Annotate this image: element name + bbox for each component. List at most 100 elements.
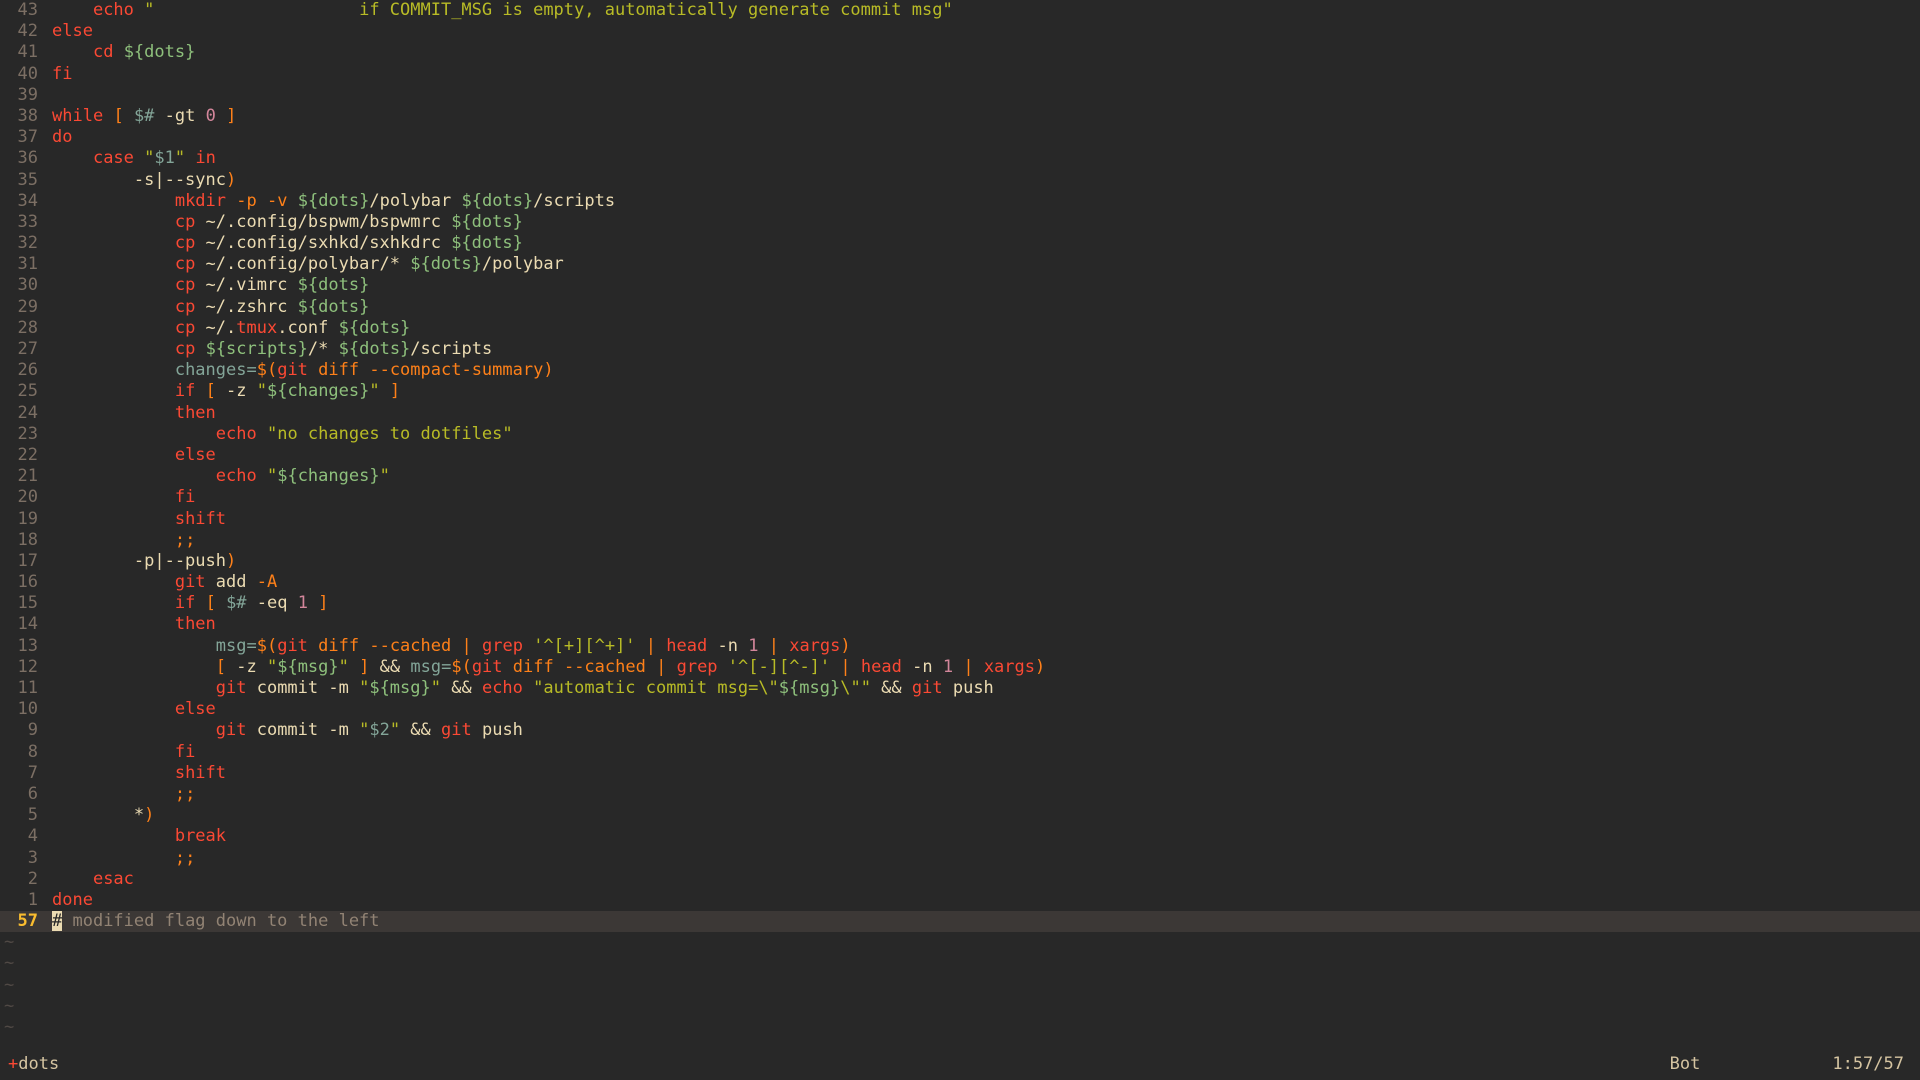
buffer-line[interactable]: 30 cp ~/.vimrc ${dots} — [0, 275, 1920, 296]
line-number: 39 — [17, 84, 38, 105]
code-token: git — [215, 720, 247, 741]
buffer-line[interactable]: 5 *) — [0, 805, 1920, 826]
code-token: ${scripts} — [205, 339, 308, 359]
code-token: cp — [174, 296, 196, 317]
line-content: else — [52, 445, 1920, 466]
code-token: ~/.config/bspwm/bspwmrc — [195, 211, 452, 232]
buffer-line[interactable]: 40 fi — [0, 64, 1920, 85]
buffer-line[interactable]: 42 else — [0, 21, 1920, 42]
code-token: | — [963, 656, 974, 677]
code-token: git — [174, 572, 206, 593]
buffer-line[interactable]: 16 git add -A — [0, 572, 1920, 593]
code-token: fi — [174, 741, 196, 762]
buffer-line[interactable]: 31 cp ~/.config/polybar/* ${dots}/polyba… — [0, 254, 1920, 275]
buffer-line[interactable]: 37 do — [0, 127, 1920, 148]
buffer-line[interactable]: 35 -s|--sync) — [0, 170, 1920, 191]
buffer-line[interactable]: 12 [ -z "${msg}" ] && msg=$(git diff --c… — [0, 657, 1920, 678]
buffer-line[interactable]: 36 case "$1" in — [0, 148, 1920, 169]
code-token: ${dots} — [451, 233, 523, 254]
line-number: 23 — [17, 423, 38, 444]
buffer-line[interactable]: 27 cp ${scripts}/* ${dots}/scripts — [0, 339, 1920, 360]
code-token: ${msg} — [277, 656, 339, 677]
code-token: " — [359, 720, 370, 741]
line-content: shift — [52, 763, 1920, 784]
line-number: 8 — [27, 741, 38, 762]
buffer-line[interactable]: 43 echo " if COMMIT_MSG is empty, automa… — [0, 0, 1920, 21]
buffer-line[interactable]: 15 if [ $# -eq 1 ] — [0, 593, 1920, 614]
line-content: cp ~/.tmux.conf ${dots} — [52, 318, 1920, 339]
code-token: xargs — [789, 635, 841, 656]
buffer-line[interactable]: 10 else — [0, 699, 1920, 720]
buffer-line[interactable]: 21 echo "${changes}" — [0, 466, 1920, 487]
code-token: else — [52, 21, 93, 42]
buffer-line[interactable]: 9 git commit -m "$2" && git push — [0, 720, 1920, 741]
code-token: diff --compact-summary — [318, 360, 544, 381]
code-token: -p|--push — [52, 550, 226, 571]
tilde-row: ~ — [0, 975, 1920, 996]
buffer-line[interactable]: 13 msg=$(git diff --cached | grep '^[+][… — [0, 636, 1920, 657]
buffer-line[interactable]: 20 fi — [0, 487, 1920, 508]
code-token: | — [840, 656, 851, 677]
buffer-line[interactable]: 17 -p|--push) — [0, 551, 1920, 572]
code-token: $( — [256, 635, 278, 656]
buffer-line[interactable]: 32 cp ~/.config/sxhkd/sxhkdrc ${dots} — [0, 233, 1920, 254]
code-token: /polybar — [369, 190, 462, 211]
code-token: echo — [481, 678, 523, 698]
buffer-line[interactable]: 24 then — [0, 403, 1920, 424]
buffer-line[interactable]: 23 echo "no changes to dotfiles" — [0, 424, 1920, 445]
code-token: " — [359, 678, 370, 698]
buffer-line[interactable]: 4 break — [0, 826, 1920, 847]
buffer-line[interactable]: 14 then — [0, 614, 1920, 635]
line-number: 34 — [17, 190, 38, 211]
current-line-text: modified flag down to the left — [62, 911, 380, 932]
buffer-line[interactable]: 3 ;; — [0, 848, 1920, 869]
buffer-line[interactable]: 22 else — [0, 445, 1920, 466]
code-token: && — [870, 678, 912, 698]
code-token: else — [174, 444, 216, 465]
buffer-line[interactable]: 39 — [0, 85, 1920, 106]
line-number: 29 — [17, 296, 38, 317]
code-token: commit -m — [246, 678, 360, 698]
buffer-line[interactable]: 1 done — [0, 890, 1920, 911]
code-token: changes= — [174, 360, 257, 381]
buffer-line[interactable]: 6 ;; — [0, 784, 1920, 805]
buffer-line[interactable]: 19 shift — [0, 509, 1920, 530]
line-content: echo "no changes to dotfiles" — [52, 424, 1920, 445]
buffer-line[interactable]: 11 git commit -m "${msg}" && echo "autom… — [0, 678, 1920, 699]
buffer-line[interactable]: 34 mkdir -p -v ${dots}/polybar ${dots}/s… — [0, 191, 1920, 212]
buffer-line[interactable]: 41 cd ${dots} — [0, 42, 1920, 63]
line-number: 6 — [27, 783, 38, 804]
line-content: ;; — [52, 848, 1920, 869]
buffer-line[interactable]: 8 fi — [0, 742, 1920, 763]
buffer-line[interactable]: 33 cp ~/.config/bspwm/bspwmrc ${dots} — [0, 212, 1920, 233]
code-token: mkdir — [174, 190, 227, 211]
buffer-line[interactable]: 2 esac — [0, 869, 1920, 890]
text-buffer[interactable]: 43 echo " if COMMIT_MSG is empty, automa… — [0, 0, 1920, 1050]
buffer-line[interactable]: 29 cp ~/.zshrc ${dots} — [0, 297, 1920, 318]
modified-flag-icon: + — [8, 1054, 19, 1075]
code-token: done — [52, 889, 93, 910]
current-buffer-line[interactable]: 57 # modified flag down to the left — [0, 911, 1920, 933]
code-token: commit -m — [246, 720, 360, 741]
buffer-line[interactable]: 38 while [ $# -gt 0 ] — [0, 106, 1920, 127]
buffer-line[interactable]: 25 if [ -z "${changes}" ] — [0, 381, 1920, 402]
buffer-line[interactable]: 28 cp ~/.tmux.conf ${dots} — [0, 318, 1920, 339]
buffer-line[interactable]: 7 shift — [0, 763, 1920, 784]
buffer-line[interactable]: 18 ;; — [0, 530, 1920, 551]
buffer-line[interactable]: 26 changes=$(git diff --compact-summary) — [0, 360, 1920, 381]
cursor-line[interactable]: 57 # modified flag down to the left — [0, 911, 1920, 933]
